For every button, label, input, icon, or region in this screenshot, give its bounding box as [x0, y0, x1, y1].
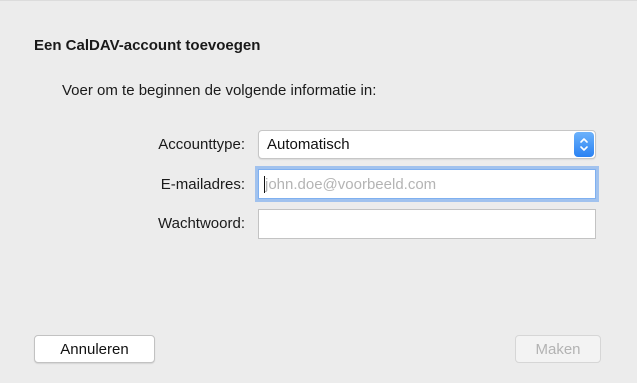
dialog-intro-text: Voer om te beginnen de volgende informat… — [62, 82, 377, 99]
add-caldav-account-dialog: Een CalDAV-account toevoegen Voer om te … — [0, 0, 637, 383]
up-down-chevron-icon[interactable] — [574, 132, 594, 157]
text-caret — [264, 176, 265, 193]
email-label: E-mailadres: — [160, 176, 245, 193]
create-button[interactable]: Maken — [515, 335, 601, 363]
dialog-title: Een CalDAV-account toevoegen — [34, 37, 261, 54]
account-type-label: Accounttype: — [158, 136, 245, 153]
cancel-button[interactable]: Annuleren — [34, 335, 155, 363]
account-type-select[interactable]: Automatisch — [258, 130, 596, 159]
account-type-selected-value: Automatisch — [267, 136, 350, 153]
password-field[interactable] — [258, 209, 596, 239]
email-field[interactable] — [258, 169, 596, 199]
password-label: Wachtwoord: — [158, 215, 245, 232]
